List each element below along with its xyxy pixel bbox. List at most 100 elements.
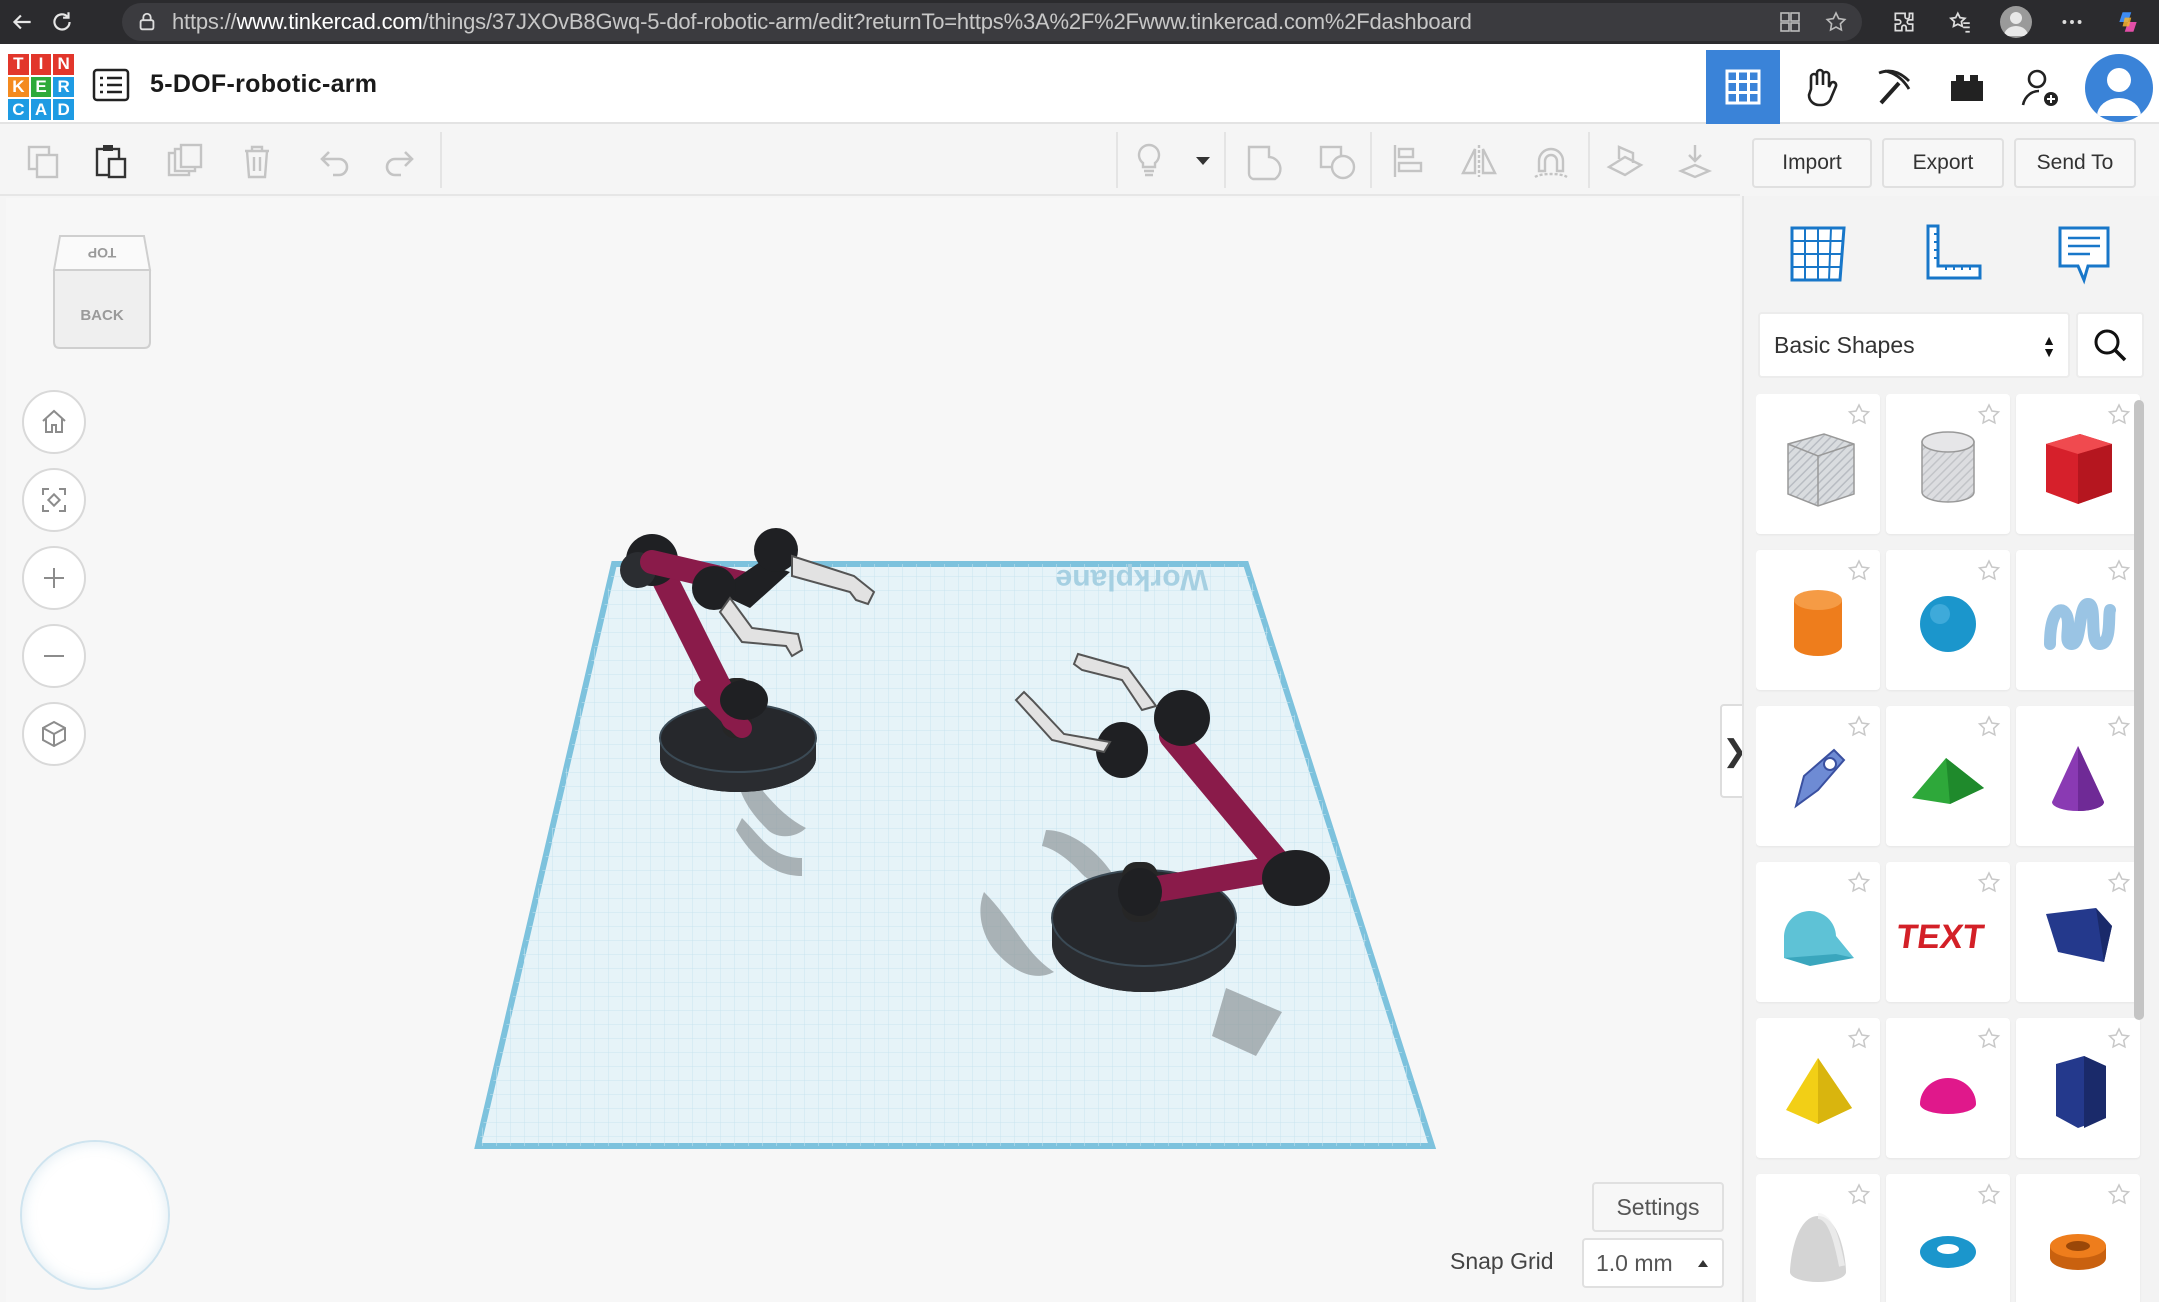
group-button[interactable] — [1240, 138, 1286, 184]
workplane-tool-button[interactable] — [1778, 214, 1858, 294]
shapes-panel: Basic Shapes ▲ ▼ TEXT — [1742, 196, 2159, 1302]
snap-grid-arrow-icon — [1698, 1260, 1708, 1267]
logo-letter: K — [8, 76, 29, 98]
app-header: T I N K E R C A D 5-DOF-robotic-arm — [0, 44, 2159, 124]
shape-tile-wedge[interactable] — [2016, 862, 2140, 1002]
3d-design-view-button[interactable] — [1706, 50, 1780, 124]
shape-category-value: Basic Shapes — [1774, 331, 1915, 358]
cylinder-hole-icon — [1921, 431, 1975, 503]
shape-tile-cylinder[interactable] — [1756, 550, 1880, 690]
reload-icon[interactable] — [40, 0, 84, 44]
shape-tile-text[interactable]: TEXT — [1886, 862, 2010, 1002]
delete-button[interactable] — [234, 138, 280, 184]
shape-tile-paraboloid[interactable] — [1756, 1174, 1880, 1302]
shapes-scrollbar[interactable] — [2134, 400, 2144, 1020]
sim-lab-button[interactable] — [1784, 50, 1858, 124]
send-to-button[interactable]: Send To — [2014, 138, 2136, 188]
align-button[interactable] — [1384, 138, 1430, 184]
favorite-star-icon[interactable] — [2106, 1182, 2132, 1208]
favorite-star-icon[interactable] — [1846, 1026, 1872, 1052]
notes-tool-button[interactable] — [2044, 214, 2124, 294]
shape-search-button[interactable] — [2076, 312, 2144, 378]
apps-icon[interactable] — [1778, 10, 1802, 34]
extensions-icon[interactable] — [1883, 0, 1925, 44]
shape-tile-pyramid[interactable] — [1756, 1018, 1880, 1158]
browser-toolbar: https://www.tinkercad.com/things/37JXOvB… — [0, 0, 2159, 44]
mirror-button[interactable] — [1456, 138, 1502, 184]
favorite-star-icon[interactable] — [1976, 714, 2002, 740]
copilot-icon[interactable] — [2107, 0, 2149, 44]
ruler-tool-button[interactable] — [1912, 214, 1992, 294]
shape-tile-round-roof[interactable] — [1756, 862, 1880, 1002]
snap-grid-select[interactable]: 1.0 mm — [1582, 1238, 1724, 1288]
favorite-star-icon[interactable] — [1846, 870, 1872, 896]
favorite-star-icon[interactable] — [1976, 558, 2002, 584]
tinkercad-logo[interactable]: T I N K E R C A D — [8, 54, 74, 120]
browser-profile-avatar[interactable] — [1995, 0, 2037, 44]
favorite-star-icon[interactable] — [2106, 870, 2132, 896]
shape-category-select[interactable]: Basic Shapes ▲ ▼ — [1758, 312, 2070, 378]
site-info-icon[interactable] — [136, 11, 158, 33]
note-icon — [2058, 226, 2110, 285]
drop-to-workplane-button[interactable] — [1672, 138, 1718, 184]
favorite-star-icon[interactable] — [1824, 10, 1848, 34]
logo-letter: C — [8, 99, 29, 120]
export-button[interactable]: Export — [1882, 138, 2004, 188]
favorite-star-icon[interactable] — [1846, 402, 1872, 428]
favorite-star-icon[interactable] — [1846, 1182, 1872, 1208]
design-list-icon[interactable] — [92, 68, 130, 102]
design-title[interactable]: 5-DOF-robotic-arm — [150, 70, 377, 99]
shape-tile-sphere[interactable] — [1886, 550, 2010, 690]
favorite-star-icon[interactable] — [2106, 402, 2132, 428]
invite-user-button[interactable] — [2004, 50, 2078, 124]
favorite-star-icon[interactable] — [1846, 558, 1872, 584]
favorite-star-icon[interactable] — [2106, 558, 2132, 584]
favorites-icon[interactable] — [1939, 0, 1981, 44]
shape-tile-half-sphere[interactable] — [1886, 1018, 2010, 1158]
import-button[interactable]: Import — [1752, 138, 1872, 188]
favorite-star-icon[interactable] — [2106, 1026, 2132, 1052]
search-icon — [2094, 329, 2127, 362]
orbit-control[interactable] — [20, 1140, 170, 1290]
half-sphere-icon — [1920, 1078, 1976, 1114]
settings-button[interactable]: Settings — [1592, 1182, 1724, 1232]
lightbulb-icon[interactable] — [1126, 138, 1172, 184]
shape-tile-cone[interactable] — [2016, 706, 2140, 846]
ruler-icon — [1926, 224, 1982, 280]
favorite-star-icon[interactable] — [1976, 870, 2002, 896]
cruise-magnet-button[interactable] — [1528, 138, 1574, 184]
3d-viewport[interactable]: TOP BACK Workplane ❯ Settings Snap Grid … — [6, 198, 1750, 1302]
more-menu-icon[interactable] — [2051, 0, 2093, 44]
workplane-scene[interactable]: Workplane — [6, 198, 1740, 1302]
duplicate-button[interactable] — [162, 138, 208, 184]
lightbulb-dropdown-icon[interactable] — [1180, 138, 1226, 184]
favorite-star-icon[interactable] — [2106, 714, 2132, 740]
back-icon[interactable] — [0, 0, 44, 44]
shape-tile-polygon[interactable] — [2016, 1018, 2140, 1158]
shape-tile-tube[interactable] — [2016, 1174, 2140, 1302]
shape-tile-torus[interactable] — [1886, 1174, 2010, 1302]
ungroup-button[interactable] — [1314, 138, 1360, 184]
blocks-button[interactable] — [1858, 50, 1932, 124]
shape-tile-shape-generator[interactable] — [1756, 706, 1880, 846]
copy-button[interactable] — [20, 138, 66, 184]
shape-tile-box-hole[interactable] — [1756, 394, 1880, 534]
user-avatar[interactable] — [2085, 54, 2153, 122]
shape-tile-cylinder-hole[interactable] — [1886, 394, 2010, 534]
favorite-star-icon[interactable] — [1976, 402, 2002, 428]
favorite-star-icon[interactable] — [1976, 1182, 2002, 1208]
paste-button[interactable] — [88, 138, 134, 184]
shape-tile-roof[interactable] — [1886, 706, 2010, 846]
shape-tile-scribble[interactable] — [2016, 550, 2140, 690]
address-bar[interactable]: https://www.tinkercad.com/things/37JXOvB… — [122, 3, 1862, 41]
workplane-button[interactable] — [1602, 138, 1648, 184]
cone-icon — [2052, 746, 2104, 811]
bricks-button[interactable] — [1930, 50, 2004, 124]
shape-tile-box[interactable] — [2016, 394, 2140, 534]
redo-button[interactable] — [378, 138, 424, 184]
cylinder-icon — [1794, 590, 1842, 656]
undo-button[interactable] — [310, 138, 356, 184]
favorite-star-icon[interactable] — [1976, 1026, 2002, 1052]
url-text: https://www.tinkercad.com/things/37JXOvB… — [172, 9, 1472, 34]
favorite-star-icon[interactable] — [1846, 714, 1872, 740]
